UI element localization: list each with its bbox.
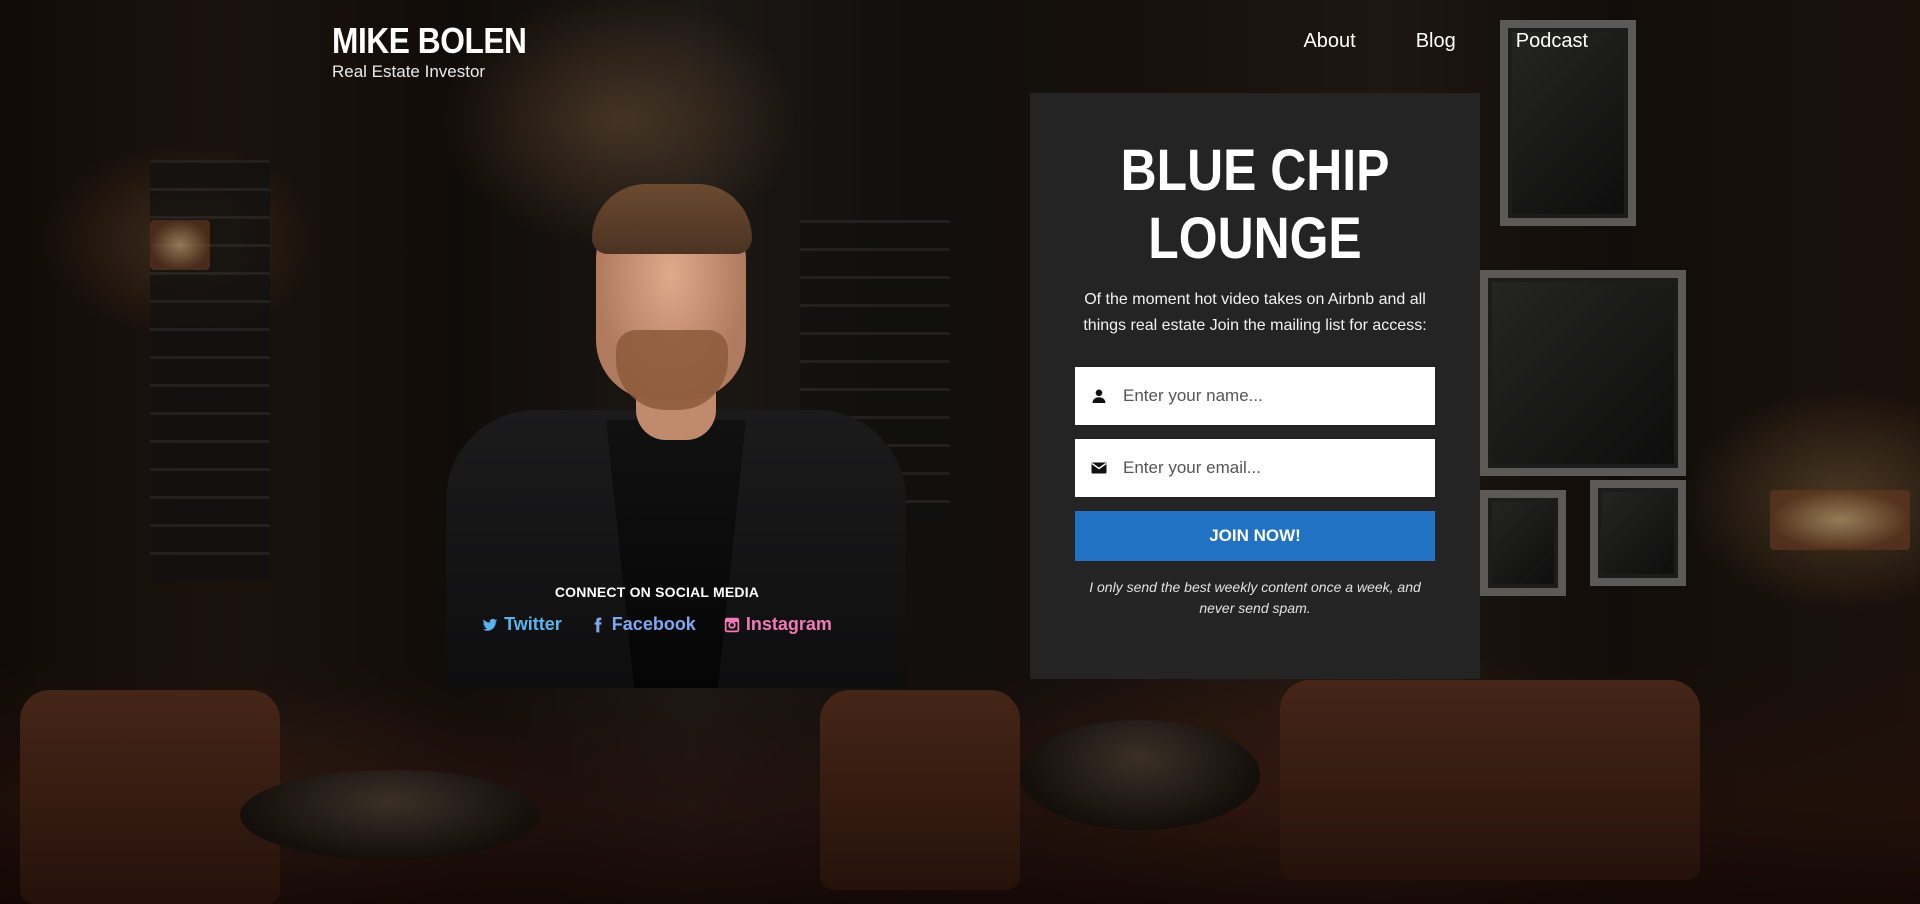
twitter-icon [482,618,498,631]
facebook-icon [594,617,602,632]
facebook-label: Facebook [611,614,696,634]
nav-link-about[interactable]: About [1303,30,1355,53]
signup-title: BLUE CHIP LOUNGE [1100,137,1410,273]
signup-title-line1: BLUE CHIP [1120,138,1390,203]
portrait-hair [592,184,752,254]
brand-logo[interactable]: MIKE BOLEN Real Estate Investor [332,20,553,82]
instagram-icon [724,617,740,632]
envelope-icon [1091,462,1107,474]
email-input[interactable] [1121,457,1419,479]
nav-link-blog[interactable]: Blog [1416,30,1456,53]
twitter-link[interactable]: Twitter [482,614,562,635]
signup-description: Of the moment hot video takes on Airbnb … [1083,291,1427,334]
signup-card: BLUE CHIP LOUNGE Of the moment hot video… [1030,93,1480,679]
facebook-link[interactable]: Facebook [590,614,696,635]
main-nav: About Blog Podcast [1303,30,1588,53]
email-field[interactable] [1075,439,1435,497]
signup-title-line2: LOUNGE [1148,206,1362,271]
brand-name: MIKE BOLEN [332,20,527,61]
name-field[interactable] [1075,367,1435,425]
instagram-label: Instagram [745,614,832,634]
page: MIKE BOLEN Real Estate Investor About Bl… [0,0,1920,904]
nav-link-podcast[interactable]: Podcast [1516,30,1588,53]
social-section: CONNECT ON SOCIAL MEDIA Twitter Facebook… [452,584,862,635]
brand-tagline: Real Estate Investor [332,62,486,81]
social-title: CONNECT ON SOCIAL MEDIA [554,584,760,600]
background-overlay [0,0,1920,904]
user-icon [1092,389,1106,403]
social-links: Twitter Facebook Instagram [452,614,862,635]
instagram-link[interactable]: Instagram [724,614,832,635]
signup-note: I only send the best weekly content once… [1089,579,1421,616]
name-input[interactable] [1121,385,1419,407]
join-now-button[interactable]: JOIN NOW! [1075,511,1435,561]
twitter-label: Twitter [504,614,562,634]
